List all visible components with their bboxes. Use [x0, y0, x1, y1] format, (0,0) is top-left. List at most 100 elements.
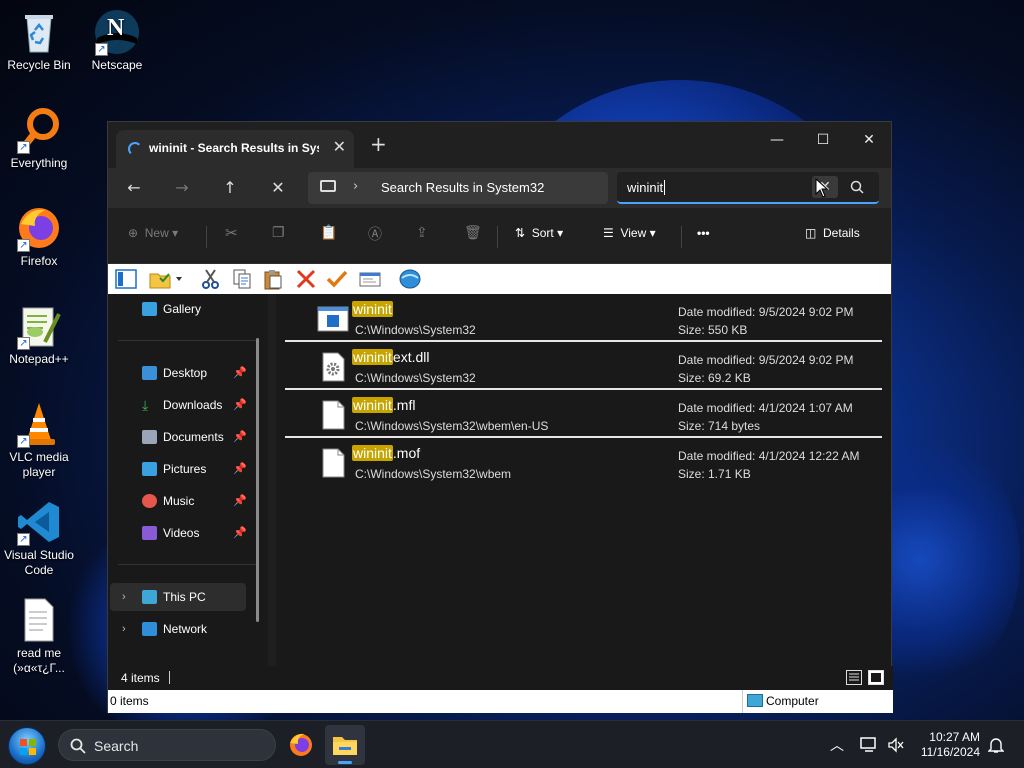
breadcrumb[interactable]: › Search Results in System32 [308, 172, 608, 204]
match-highlight: wininit [352, 445, 393, 461]
pane-splitter[interactable] [268, 294, 276, 666]
blank-file-icon [317, 400, 349, 430]
shortcut-arrow-icon: ↗ [17, 435, 30, 448]
nav-item-label: Pictures [163, 462, 207, 476]
nav-item-videos[interactable]: Videos 📌 [110, 519, 247, 547]
nav-item-documents[interactable]: Documents 📌 [110, 423, 247, 451]
desktop-icon-firefox[interactable]: ↗ Firefox [0, 204, 78, 269]
chevron-right-icon[interactable]: › [122, 615, 126, 643]
nav-item-this-pc[interactable]: › This PC [110, 583, 246, 611]
notification-bell-icon[interactable] [988, 736, 1004, 754]
plus-circle-icon: ⊕ [128, 226, 139, 240]
desktop-icon-recycle-bin[interactable]: Recycle Bin [0, 8, 78, 73]
chevron-right-icon[interactable]: › [353, 179, 358, 194]
close-button[interactable]: ✕ [846, 126, 892, 154]
zone-panel: Computer [742, 690, 890, 713]
nav-item-downloads[interactable]: ⤓ Downloads 📌 [110, 391, 247, 419]
share-icon[interactable]: ⇪ [416, 224, 428, 241]
paste-icon[interactable] [262, 268, 284, 290]
list-item[interactable]: wininit.mof C:\Windows\System32\wbem Dat… [285, 438, 882, 486]
desktop-icon-label: Firefox [20, 254, 58, 268]
nav-item-gallery[interactable]: Gallery [110, 295, 246, 323]
content-area: Gallery Desktop 📌 ⤓ Downloads 📌 Document… [108, 294, 893, 666]
desktop-icon-notepadpp[interactable]: ↗ Notepad++ [0, 302, 78, 367]
desktop-icon-everything[interactable]: ↗ Everything [0, 106, 78, 171]
match-highlight: wininit [352, 301, 393, 317]
list-item[interactable]: wininitext.dll C:\Windows\System32 Date … [285, 342, 882, 390]
delete-x-icon[interactable] [295, 268, 317, 290]
pin-icon[interactable]: 📌 [233, 391, 247, 419]
desktop-icon-vscode[interactable]: ↗ Visual Studio Code [0, 498, 78, 578]
list-item[interactable]: wininit.mfl C:\Windows\System32\wbem\en-… [285, 390, 882, 438]
folder-options-icon[interactable] [148, 268, 184, 290]
pin-icon[interactable]: 📌 [233, 423, 247, 451]
volume-muted-icon[interactable] [887, 737, 905, 753]
tab-search-results[interactable]: wininit - Search Results in System32 ✕ [116, 130, 354, 168]
view-button[interactable]: ☰ View ▾ [603, 226, 656, 240]
file-date: Date modified: 9/5/2024 9:02 PM [678, 353, 854, 367]
copy-icon[interactable] [231, 268, 253, 290]
up-button[interactable]: ↑ [215, 173, 245, 203]
desktop-icon-netscape[interactable]: N ↗ Netscape [78, 8, 156, 73]
everything-search-icon: ↗ [15, 106, 63, 154]
search-icon[interactable] [849, 179, 865, 195]
forward-button[interactable]: → [167, 173, 197, 203]
chevron-up-icon[interactable]: ︿ [830, 735, 844, 755]
back-button[interactable]: ← [119, 173, 149, 203]
navigation-pane-icon[interactable] [115, 268, 137, 290]
paste-icon[interactable]: 📋 [320, 224, 337, 241]
list-item[interactable]: wininit C:\Windows\System32 Date modifie… [285, 294, 882, 342]
tab-close-icon[interactable]: ✕ [333, 137, 346, 156]
details-button[interactable]: ◫ Details [805, 226, 860, 240]
maximize-button[interactable]: ☐ [800, 126, 846, 154]
new-tab-button[interactable]: + [370, 132, 387, 156]
pin-icon[interactable]: 📌 [233, 359, 247, 387]
sort-button[interactable]: ⇅ Sort ▾ [515, 226, 563, 240]
search-input[interactable]: wininit ✕ [617, 172, 879, 204]
new-button[interactable]: ⊕ New ▾ [128, 226, 178, 240]
pin-icon[interactable]: 📌 [233, 487, 247, 515]
desktop-icon-readme[interactable]: read me (»α«τ¿Γ... [0, 596, 78, 676]
network-globe-icon[interactable] [399, 268, 421, 290]
status-bar: 4 items [108, 666, 893, 690]
nav-item-music[interactable]: Music 📌 [110, 487, 247, 515]
large-icons-view-icon[interactable] [868, 670, 884, 685]
properties-icon[interactable] [359, 268, 381, 290]
nav-item-network[interactable]: › Network [110, 615, 246, 643]
taskbar-file-explorer-icon[interactable] [325, 725, 365, 765]
nav-item-pictures[interactable]: Pictures 📌 [110, 455, 247, 483]
title-bar: wininit - Search Results in System32 ✕ +… [108, 122, 891, 168]
sort-label: Sort [531, 226, 554, 240]
start-button[interactable] [8, 727, 46, 765]
delete-icon[interactable]: 🗑 [464, 224, 482, 241]
network-status-icon[interactable] [860, 737, 878, 753]
item-count: 4 items [121, 671, 160, 685]
file-date: Date modified: 9/5/2024 9:02 PM [678, 305, 854, 319]
shortcut-arrow-icon: ↗ [17, 239, 30, 252]
taskbar-firefox-icon[interactable] [281, 725, 321, 765]
cut-icon[interactable]: ✂ [225, 224, 238, 242]
checkmark-icon[interactable] [326, 268, 348, 290]
stop-button[interactable]: ✕ [263, 173, 293, 203]
desktop-icon-vlc[interactable]: ↗ VLC media player [0, 400, 78, 480]
nav-scrollbar[interactable] [256, 338, 259, 622]
breadcrumb-location[interactable]: Search Results in System32 [381, 180, 544, 195]
pin-icon[interactable]: 📌 [233, 455, 247, 483]
view-label: View [620, 226, 647, 240]
rename-icon[interactable]: Ⓐ [368, 224, 382, 244]
more-options-button[interactable]: ••• [697, 226, 710, 240]
pin-icon[interactable]: 📌 [233, 519, 247, 547]
taskbar-search-box[interactable]: Search [58, 729, 276, 761]
notepadpp-icon: ↗ [15, 302, 63, 350]
copy-icon[interactable]: ❐ [272, 224, 285, 241]
file-date: Date modified: 4/1/2024 1:07 AM [678, 401, 853, 415]
chevron-right-icon[interactable]: › [122, 583, 126, 611]
taskbar-search-label: Search [94, 738, 139, 754]
minimize-button[interactable]: — [754, 126, 800, 154]
details-view-icon[interactable] [846, 670, 862, 685]
clock[interactable]: 10:27 AM 11/16/2024 [914, 730, 980, 760]
file-path: C:\Windows\System32 [355, 323, 476, 337]
application-icon [317, 304, 349, 334]
nav-item-desktop[interactable]: Desktop 📌 [110, 359, 247, 387]
cut-icon[interactable] [200, 268, 222, 290]
